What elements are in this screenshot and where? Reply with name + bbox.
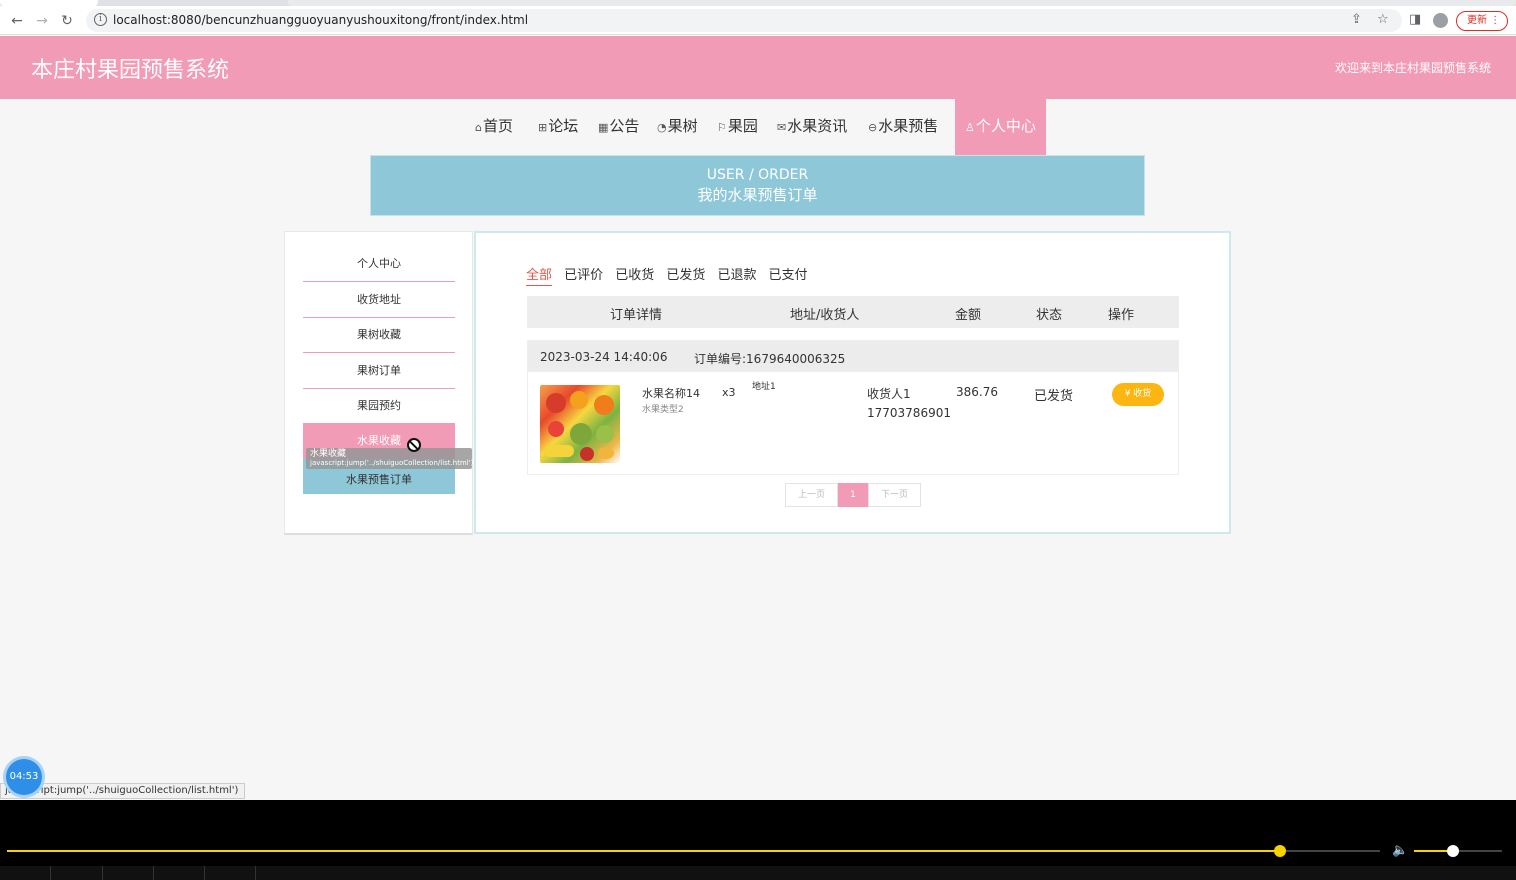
seek-bar[interactable]: [7, 845, 1380, 857]
order-status: 已发货: [1034, 389, 1074, 404]
notice-icon: ▦: [598, 121, 609, 134]
site-title: 本庄村果园预售系统: [31, 58, 230, 83]
profile-avatar[interactable]: [1433, 13, 1448, 28]
tree-icon: ◔: [657, 121, 667, 134]
not-allowed-cursor-icon: [407, 438, 421, 452]
tab-refunded[interactable]: 已退款: [717, 264, 756, 285]
order-panel: 全部 已评价 已收货 已发货 已退款 已支付 订单详情 地址/收货人 金额 状态…: [474, 231, 1231, 534]
nav-news[interactable]: ✉水果资讯: [777, 99, 847, 155]
nav-news-label: 水果资讯: [787, 117, 848, 135]
yen-icon: ¥: [1124, 389, 1131, 399]
site-header: 本庄村果园预售系统 欢迎来到本庄村果园预售系统: [0, 36, 1516, 99]
banner-zh-title: 我的水果预售订单: [697, 186, 818, 204]
address-bar[interactable]: i localhost:8080/bencunzhuangguoyuanyush…: [86, 9, 1402, 32]
prev-page-button[interactable]: 上一页: [785, 483, 838, 507]
tab-received[interactable]: 已收货: [615, 264, 654, 285]
order-row: 水果名称14 水果类型2 x3 地址1 收货人1 17703786901 386…: [527, 372, 1179, 475]
nav-forum[interactable]: ⊞论坛: [538, 99, 578, 155]
header-action: 操作: [1108, 308, 1135, 323]
volume-icon[interactable]: 🔈: [1392, 843, 1408, 858]
user-icon: ♙: [965, 121, 975, 134]
bookmark-star-icon[interactable]: ☆: [1377, 12, 1389, 27]
user-sidebar: 个人中心 收货地址 果树收藏 果树订单 果园预约 水果收藏 水果预售订单 水果收…: [284, 231, 473, 535]
page-banner: USER / ORDER 我的水果预售订单: [370, 155, 1145, 216]
confirm-receipt-label: 收货: [1133, 389, 1152, 399]
tab-paid[interactable]: 已支付: [769, 264, 808, 285]
page-1-button[interactable]: 1: [838, 483, 868, 507]
url-text[interactable]: localhost:8080/bencunzhuangguoyuanyushou…: [113, 13, 528, 27]
forum-icon: ⊞: [538, 121, 548, 134]
reload-icon[interactable]: ↻: [57, 11, 77, 31]
product-name: 水果名称14: [642, 387, 700, 400]
back-icon[interactable]: ←: [7, 11, 27, 31]
product-quantity: x3: [722, 386, 736, 399]
nav-trees-label: 果树: [667, 117, 698, 135]
tab-shipped[interactable]: 已发货: [666, 264, 705, 285]
receiver-info: 收货人1 17703786901: [867, 385, 951, 423]
nav-notice[interactable]: ▦公告: [598, 99, 639, 155]
link-tooltip: 水果收藏 javascript:jump('../shuiguoCollecti…: [306, 448, 474, 469]
recording-timer-badge[interactable]: 04:53: [6, 759, 42, 795]
product-type: 水果类型2: [642, 405, 684, 415]
sidebar-item-tree-favorites[interactable]: 果树收藏: [303, 318, 455, 353]
receiver-name: 收货人1: [867, 387, 911, 401]
nav-home[interactable]: ⌂首页: [475, 99, 513, 155]
main-nav: ⌂首页 ⊞论坛 ▦公告 ◔果树 ⚐果园 ✉水果资讯 ⊖水果预售 ♙个人中心: [0, 99, 1516, 155]
nav-notice-label: 公告: [609, 117, 640, 135]
banner-en-title: USER / ORDER: [706, 167, 809, 183]
order-status-tabs: 全部 已评价 已收货 已发货 已退款 已支付: [526, 264, 815, 286]
sidebar-item-tree-orders[interactable]: 果树订单: [303, 354, 455, 389]
order-address: 地址1: [752, 382, 776, 392]
nav-user-center-label: 个人中心: [975, 117, 1036, 135]
header-amount: 金额: [955, 308, 982, 323]
nav-orchard[interactable]: ⚐果园: [717, 99, 758, 155]
tooltip-title: 水果收藏: [310, 449, 347, 459]
tooltip-link: javascript:jump('../shuiguoCollection/li…: [310, 459, 474, 467]
volume-slider[interactable]: [1414, 845, 1502, 857]
sidebar-item-user-center[interactable]: 个人中心: [303, 247, 455, 282]
player-controls-strip: [0, 866, 1516, 880]
forward-icon[interactable]: →: [32, 11, 52, 31]
flag-icon: ⚐: [717, 121, 727, 134]
update-button[interactable]: 更新 ⋮: [1456, 11, 1508, 31]
header-address-receiver: 地址/收货人: [790, 308, 860, 323]
video-player-bar: 🔈: [0, 800, 1516, 880]
nav-home-label: 首页: [482, 117, 513, 135]
nav-forum-label: 论坛: [548, 117, 579, 135]
nav-presale[interactable]: ⊖水果预售: [868, 99, 938, 155]
seek-handle[interactable]: [1273, 845, 1286, 857]
order-table-header: 订单详情 地址/收货人 金额 状态 操作: [527, 296, 1179, 328]
next-page-button[interactable]: 下一页: [868, 483, 921, 507]
presale-icon: ⊖: [868, 121, 878, 134]
order-row-header: 2023-03-24 14:40:06 订单编号:1679640006325: [527, 340, 1179, 372]
sidebar-item-orchard-booking[interactable]: 果园预约: [303, 389, 455, 424]
order-amount: 386.76: [956, 385, 998, 399]
welcome-text: 欢迎来到本庄村果园预售系统: [1334, 61, 1491, 75]
update-label: 更新: [1467, 15, 1487, 26]
browser-toolbar: ← → ↻ i localhost:8080/bencunzhuangguoyu…: [0, 6, 1516, 35]
volume-handle[interactable]: [1446, 845, 1459, 857]
header-status: 状态: [1036, 308, 1063, 323]
share-icon[interactable]: ⇪: [1351, 12, 1362, 27]
tab-all[interactable]: 全部: [526, 264, 553, 286]
header-order-detail: 订单详情: [610, 308, 663, 323]
confirm-receipt-button[interactable]: ¥ 收货: [1112, 383, 1164, 406]
mail-icon: ✉: [777, 121, 787, 134]
seek-progress: [7, 850, 1280, 852]
nav-trees[interactable]: ◔果树: [657, 99, 698, 155]
receiver-phone: 17703786901: [867, 406, 951, 420]
site-info-icon[interactable]: i: [94, 13, 107, 26]
order-number: 订单编号:1679640006325: [694, 352, 846, 366]
order-time: 2023-03-24 14:40:06: [540, 350, 668, 364]
side-panel-icon[interactable]: ◨: [1409, 12, 1421, 27]
nav-presale-label: 水果预售: [878, 117, 939, 135]
fruit-thumbnail[interactable]: [540, 385, 620, 463]
nav-orchard-label: 果园: [727, 117, 758, 135]
sidebar-item-address[interactable]: 收货地址: [303, 283, 455, 318]
home-icon: ⌂: [475, 121, 482, 134]
nav-user-center[interactable]: ♙个人中心: [955, 99, 1046, 155]
tab-reviewed[interactable]: 已评价: [564, 264, 603, 285]
